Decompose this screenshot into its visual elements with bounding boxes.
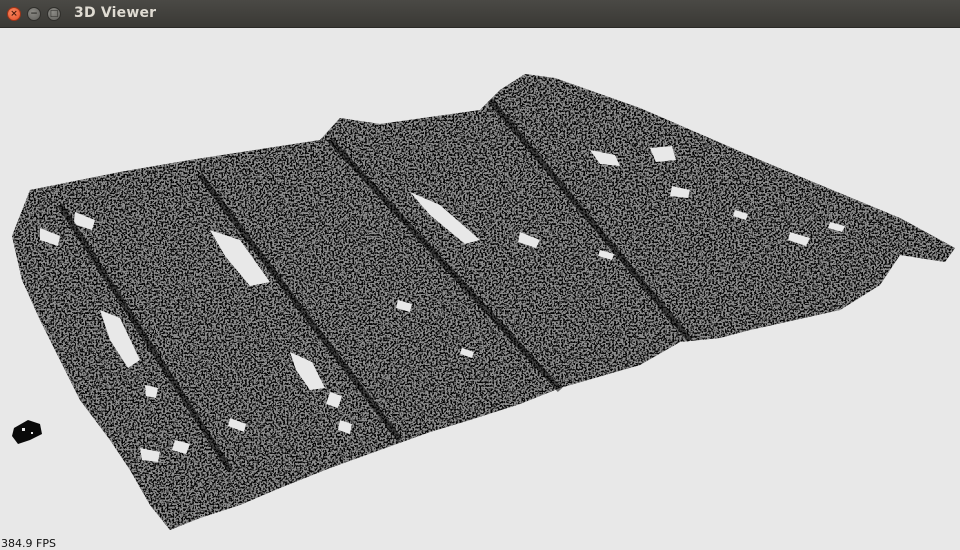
- maximize-button[interactable]: □: [47, 7, 61, 21]
- point-cloud-speckle: [12, 74, 955, 530]
- 3d-viewport[interactable]: 384.9 FPS: [0, 28, 960, 550]
- maximize-icon: □: [49, 8, 59, 19]
- viewer-window: × − □ 3D Viewer 384.9 FPS: [0, 0, 960, 550]
- window-title: 3D Viewer: [74, 5, 157, 21]
- point-cloud-fragment: [12, 420, 42, 444]
- title-bar[interactable]: × − □ 3D Viewer: [0, 0, 960, 28]
- close-button[interactable]: ×: [7, 7, 21, 21]
- fps-counter: 384.9 FPS: [1, 537, 56, 550]
- minimize-button[interactable]: −: [27, 7, 41, 21]
- minimize-icon: −: [30, 8, 38, 19]
- close-icon: ×: [10, 8, 18, 19]
- point-cloud-render: [12, 74, 955, 530]
